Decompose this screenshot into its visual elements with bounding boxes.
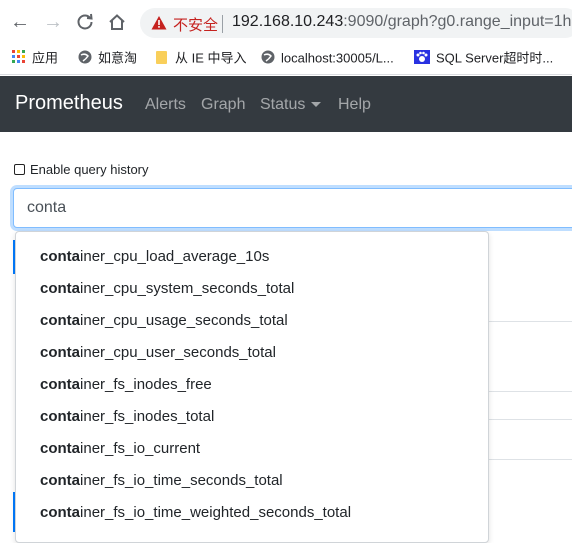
nav-alerts[interactable]: Alerts bbox=[145, 96, 186, 114]
autocomplete-item[interactable]: container_fs_inodes_total bbox=[40, 408, 214, 425]
chevron-down-icon bbox=[311, 102, 322, 108]
autocomplete-item[interactable]: container_fs_io_current bbox=[40, 440, 200, 457]
bookmark-import-ie[interactable]: 从 IE 中导入 bbox=[155, 50, 247, 68]
address-separator bbox=[222, 15, 223, 33]
panel-divider bbox=[487, 391, 572, 392]
autocomplete-dropdown: container_cpu_load_average_10s container… bbox=[15, 231, 489, 543]
bookmarks-bar: 应用 如意淘 从 IE 中导入 localhost:30005/L... SQL… bbox=[0, 44, 572, 75]
panel-divider bbox=[487, 419, 572, 420]
bookmark-apps[interactable]: 应用 bbox=[12, 50, 58, 68]
home-icon[interactable] bbox=[105, 10, 129, 34]
autocomplete-item[interactable]: container_fs_io_time_seconds_total bbox=[40, 472, 283, 489]
folder-icon bbox=[155, 50, 169, 68]
expression-input-box[interactable] bbox=[13, 188, 572, 228]
bookmark-label: 应用 bbox=[32, 50, 59, 66]
globe-icon bbox=[261, 50, 275, 68]
back-arrow-icon[interactable]: ← bbox=[8, 10, 32, 34]
reload-icon[interactable] bbox=[73, 10, 97, 34]
panel-divider bbox=[487, 459, 572, 460]
security-label[interactable]: 不安全 bbox=[173, 14, 218, 35]
warning-triangle-icon[interactable] bbox=[151, 15, 167, 31]
bookmark-label: 如意淘 bbox=[98, 50, 138, 66]
bookmark-label: 从 IE 中导入 bbox=[175, 50, 247, 66]
bookmark-localhost[interactable]: localhost:30005/L... bbox=[261, 50, 394, 68]
brand-logo-text[interactable]: Prometheus bbox=[15, 92, 123, 115]
paw-icon bbox=[414, 50, 430, 68]
autocomplete-item[interactable]: container_cpu_system_seconds_total bbox=[40, 280, 294, 297]
nav-help[interactable]: Help bbox=[338, 96, 371, 114]
nav-graph[interactable]: Graph bbox=[201, 96, 245, 114]
history-checkbox[interactable] bbox=[14, 164, 25, 175]
nav-status[interactable]: Status bbox=[260, 96, 322, 114]
forward-arrow-icon[interactable]: → bbox=[41, 10, 65, 34]
autocomplete-item[interactable]: container_fs_io_time_weighted_seconds_to… bbox=[40, 504, 351, 521]
bookmark-sqlserver[interactable]: SQL Server超时时... bbox=[414, 50, 553, 68]
query-history-toggle[interactable]: Enable query history bbox=[14, 162, 149, 177]
bookmark-ruyitao[interactable]: 如意淘 bbox=[78, 50, 137, 68]
bookmark-label: localhost:30005/L... bbox=[281, 50, 394, 66]
autocomplete-item[interactable]: container_fs_inodes_free bbox=[40, 376, 212, 393]
url-text[interactable]: 192.168.10.243:9090/graph?g0.range_input… bbox=[232, 13, 572, 31]
browser-toolbar: ← → 不安全 192.168.10.243:9090/graph?g0.ran… bbox=[0, 0, 572, 44]
panel-divider bbox=[487, 321, 572, 322]
autocomplete-item[interactable]: container_cpu_user_seconds_total bbox=[40, 344, 276, 361]
prometheus-navbar: Prometheus Alerts Graph Status Help bbox=[0, 76, 572, 132]
globe-icon bbox=[78, 50, 92, 68]
autocomplete-item[interactable]: container_cpu_usage_seconds_total bbox=[40, 312, 288, 329]
expression-input[interactable] bbox=[14, 189, 572, 227]
history-label: Enable query history bbox=[30, 162, 149, 177]
bookmark-label: SQL Server超时时... bbox=[436, 50, 554, 66]
apps-grid-icon bbox=[12, 50, 26, 68]
autocomplete-item[interactable]: container_cpu_load_average_10s bbox=[40, 248, 269, 265]
